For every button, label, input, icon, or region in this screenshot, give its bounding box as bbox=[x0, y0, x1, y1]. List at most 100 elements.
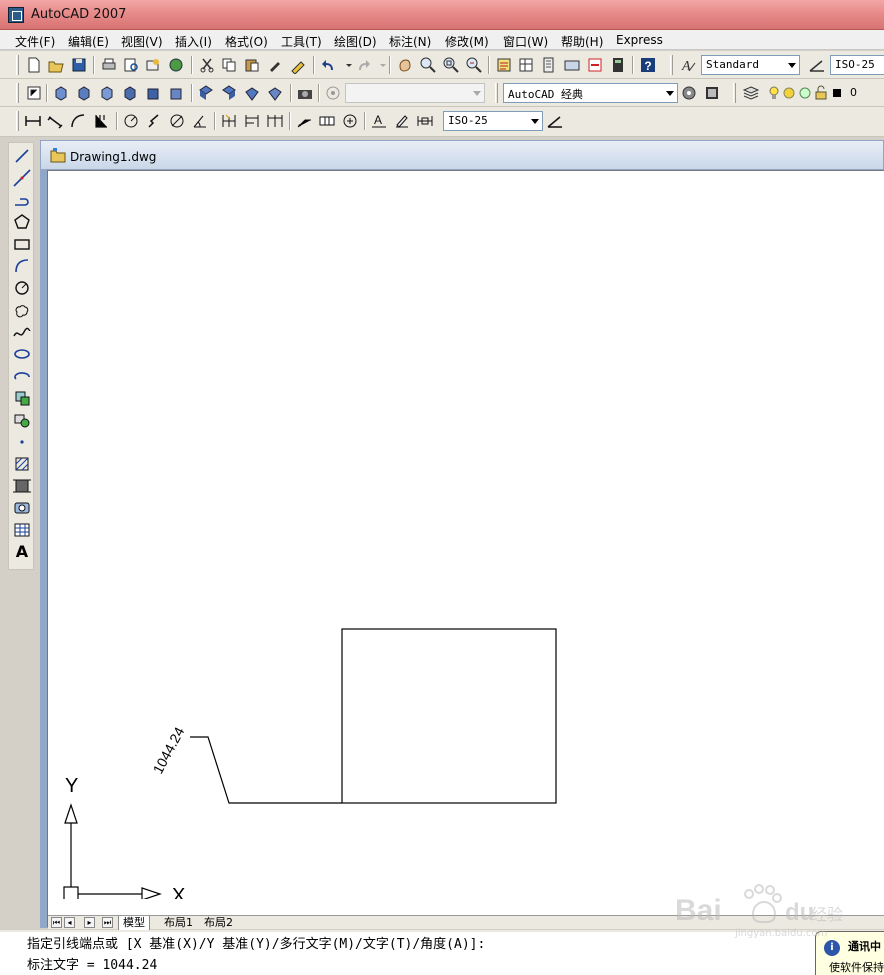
circle-icon[interactable] bbox=[12, 278, 32, 298]
linear-dimension-icon[interactable] bbox=[24, 112, 42, 130]
dim-style-icon[interactable] bbox=[808, 56, 826, 74]
tool-palettes-icon[interactable] bbox=[540, 56, 558, 74]
cut-icon[interactable] bbox=[198, 56, 216, 74]
menu-tools[interactable]: 工具(T) bbox=[281, 33, 322, 50]
quickcalc-icon[interactable] bbox=[609, 56, 627, 74]
block-editor-icon[interactable] bbox=[289, 56, 307, 74]
dimension-text[interactable]: 1044.24 bbox=[150, 724, 188, 776]
layer-unlocked-icon[interactable] bbox=[812, 84, 827, 102]
menu-file[interactable]: 文件(F) bbox=[15, 33, 55, 50]
zoom-window-icon[interactable] bbox=[442, 56, 460, 74]
ellipse-arc-icon[interactable] bbox=[12, 366, 32, 386]
undo-dropdown-icon[interactable] bbox=[340, 56, 352, 74]
se-iso-view-icon[interactable] bbox=[220, 84, 238, 102]
line-icon[interactable] bbox=[12, 146, 32, 166]
top-view-icon[interactable] bbox=[52, 84, 70, 102]
redo-icon[interactable] bbox=[354, 56, 372, 74]
arc-length-icon[interactable] bbox=[69, 112, 87, 130]
redo-dropdown-icon[interactable] bbox=[374, 56, 386, 74]
table-icon[interactable] bbox=[12, 520, 32, 540]
prev-tab-icon[interactable]: ◂ bbox=[64, 917, 75, 928]
construction-line-icon[interactable] bbox=[12, 168, 32, 188]
rectangle-icon[interactable] bbox=[12, 234, 32, 254]
multiline-text-icon[interactable]: A bbox=[12, 542, 32, 562]
left-view-icon[interactable] bbox=[98, 84, 116, 102]
tolerance-icon[interactable] bbox=[318, 112, 336, 130]
layer-name[interactable]: 0 bbox=[850, 86, 857, 99]
menu-insert[interactable]: 插入(I) bbox=[175, 33, 212, 50]
text-style-select[interactable]: Standard bbox=[701, 55, 800, 75]
right-view-icon[interactable] bbox=[121, 84, 139, 102]
quick-dimension-icon[interactable] bbox=[220, 112, 238, 130]
make-block-icon[interactable] bbox=[12, 410, 32, 430]
angular-dimension-icon[interactable] bbox=[191, 112, 209, 130]
menu-view[interactable]: 视图(V) bbox=[121, 33, 163, 50]
menu-help[interactable]: 帮助(H) bbox=[561, 33, 603, 50]
baseline-dimension-icon[interactable] bbox=[243, 112, 261, 130]
region-icon[interactable] bbox=[12, 498, 32, 518]
camera-icon[interactable] bbox=[296, 84, 314, 102]
continue-dimension-icon[interactable] bbox=[266, 112, 284, 130]
center-mark-icon[interactable] bbox=[341, 112, 359, 130]
open-file-icon[interactable] bbox=[47, 56, 65, 74]
layer-color-swatch-icon[interactable] bbox=[828, 84, 841, 102]
undo-icon[interactable] bbox=[320, 56, 338, 74]
etransmit-icon[interactable] bbox=[167, 56, 185, 74]
sw-iso-view-icon[interactable] bbox=[197, 84, 215, 102]
design-center-icon[interactable] bbox=[517, 56, 535, 74]
dimension-edit-icon[interactable]: A bbox=[370, 112, 388, 130]
print-icon[interactable] bbox=[100, 56, 118, 74]
dimension-update-icon[interactable] bbox=[416, 112, 434, 130]
drawing-canvas[interactable]: 1044.24 Y X bbox=[48, 171, 884, 899]
menu-dimension[interactable]: 标注(N) bbox=[389, 33, 431, 50]
jogged-dimension-icon[interactable] bbox=[145, 112, 163, 130]
next-tab-icon[interactable]: ▸ bbox=[84, 917, 95, 928]
zoom-realtime-icon[interactable] bbox=[419, 56, 437, 74]
dimension-style-icon[interactable] bbox=[546, 112, 564, 130]
gradient-icon[interactable] bbox=[12, 476, 32, 496]
layer-on-bulb-icon[interactable] bbox=[765, 84, 779, 102]
dimension-text-edit-icon[interactable] bbox=[393, 112, 411, 130]
plot-preview-icon[interactable] bbox=[122, 56, 140, 74]
ellipse-icon[interactable] bbox=[12, 344, 32, 364]
dim-style-select[interactable]: ISO-25 bbox=[830, 55, 884, 75]
new-file-icon[interactable] bbox=[25, 56, 43, 74]
drawn-square[interactable] bbox=[341, 628, 557, 804]
dimension-leader[interactable] bbox=[190, 736, 342, 804]
tab-layout2[interactable]: 布局2 bbox=[200, 916, 237, 930]
help-icon[interactable]: ? bbox=[639, 56, 657, 74]
save-icon[interactable] bbox=[70, 56, 88, 74]
ucs-icon[interactable] bbox=[25, 84, 43, 102]
insert-block-icon[interactable] bbox=[12, 388, 32, 408]
nw-iso-view-icon[interactable] bbox=[266, 84, 284, 102]
paste-icon[interactable] bbox=[243, 56, 261, 74]
save-workspace-icon[interactable] bbox=[703, 84, 721, 102]
revision-cloud-icon[interactable] bbox=[12, 300, 32, 320]
copy-icon[interactable] bbox=[220, 56, 238, 74]
named-views-icon[interactable] bbox=[324, 84, 342, 102]
menu-modify[interactable]: 修改(M) bbox=[445, 33, 489, 50]
properties-icon[interactable] bbox=[495, 56, 513, 74]
layer-thaw-sun-icon[interactable] bbox=[780, 84, 795, 102]
toolbar-grip[interactable] bbox=[16, 55, 19, 75]
pan-realtime-icon[interactable] bbox=[396, 56, 414, 74]
dim-style-control-select[interactable]: ISO-25 bbox=[443, 111, 543, 131]
bottom-view-icon[interactable] bbox=[75, 84, 93, 102]
workspace-settings-icon[interactable] bbox=[680, 84, 698, 102]
last-tab-icon[interactable]: ⏭ bbox=[102, 917, 113, 928]
hatch-icon[interactable] bbox=[12, 454, 32, 474]
text-style-icon[interactable]: A bbox=[679, 56, 697, 74]
tab-model[interactable]: 模型 bbox=[118, 916, 150, 930]
sheet-set-manager-icon[interactable] bbox=[563, 56, 581, 74]
front-view-icon[interactable] bbox=[144, 84, 162, 102]
quick-leader-icon[interactable] bbox=[295, 112, 313, 130]
layer-viewport-freeze-icon[interactable] bbox=[796, 84, 811, 102]
tab-layout1[interactable]: 布局1 bbox=[160, 916, 197, 930]
workspace-select[interactable]: AutoCAD 经典 bbox=[503, 83, 678, 103]
publish-icon[interactable] bbox=[144, 56, 162, 74]
menu-edit[interactable]: 编辑(E) bbox=[68, 33, 109, 50]
menu-draw[interactable]: 绘图(D) bbox=[334, 33, 377, 50]
polygon-icon[interactable] bbox=[12, 212, 32, 232]
menu-window[interactable]: 窗口(W) bbox=[503, 33, 548, 50]
autocad-app-icon[interactable] bbox=[8, 7, 24, 23]
